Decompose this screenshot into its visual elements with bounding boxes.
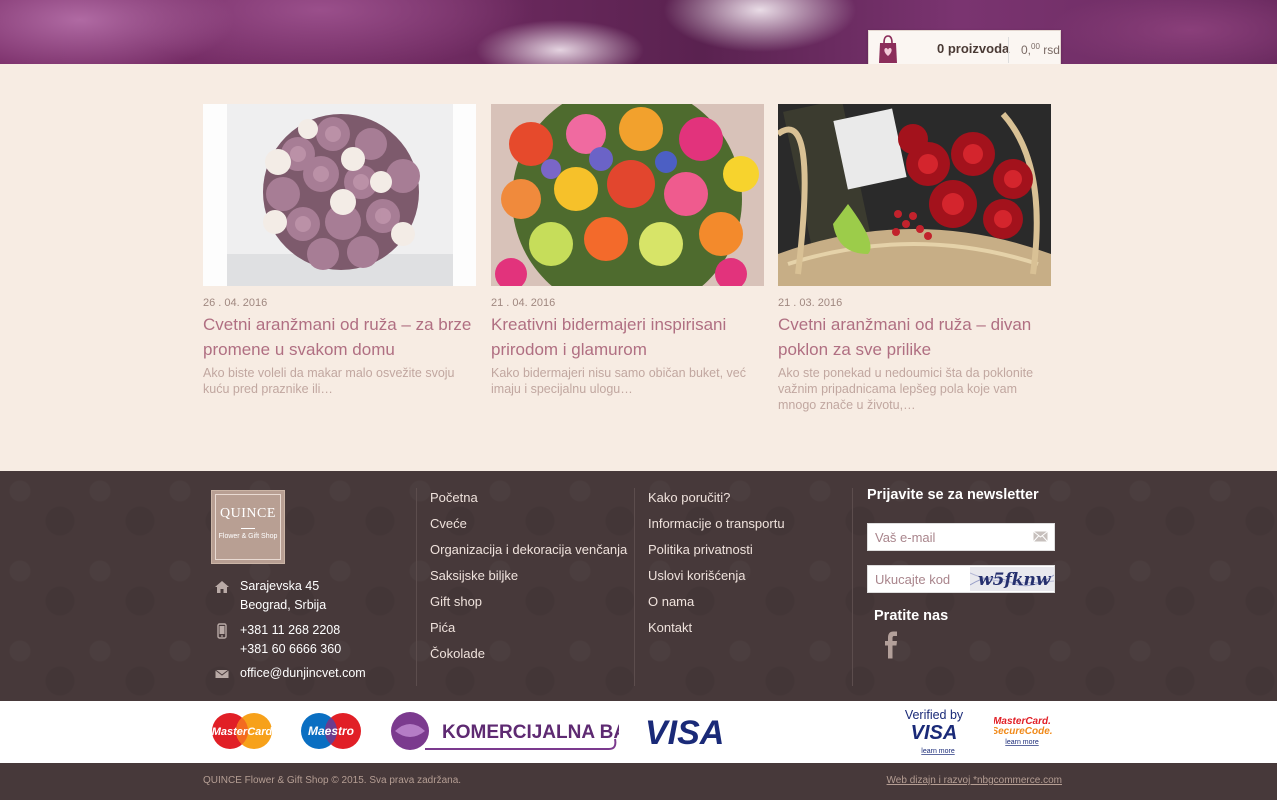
payment-logos-strip: MasterCard Maestro KOMERCIJALNA BANKA VI… xyxy=(0,701,1277,763)
visa-logo: VISA xyxy=(645,714,724,749)
blog-card[interactable]: 26 . 04. 2016 Cvetni aranžmani od ruža –… xyxy=(203,104,476,397)
footer-link-uslovi[interactable]: Uslovi korišćenja xyxy=(648,568,785,594)
post-date: 26 . 04. 2016 xyxy=(203,297,268,309)
site-footer: QUINCE Flower & Gift Shop Sarajevska 45 … xyxy=(0,471,1277,701)
send-mail-icon[interactable] xyxy=(1033,531,1048,542)
newsletter-title: Prijavite se za newsletter xyxy=(867,487,1039,503)
newsletter-email-input[interactable] xyxy=(868,524,1018,550)
email-link[interactable]: office@dunjincvet.com xyxy=(240,664,366,683)
home-icon xyxy=(215,581,229,593)
cart-widget[interactable]: 0 proizvoda 0,00 rsd xyxy=(868,30,1061,64)
footer-link-kontakt[interactable]: Kontakt xyxy=(648,620,785,646)
envelope-icon xyxy=(215,669,229,678)
column-divider xyxy=(634,488,635,686)
footer-link-o-nama[interactable]: O nama xyxy=(648,594,785,620)
footer-nav-info: Kako poručiti? Informacije o transportu … xyxy=(648,490,785,646)
post-excerpt: Ako biste voleli da makar malo osvežite … xyxy=(203,366,455,396)
footer-logo[interactable]: QUINCE Flower & Gift Shop xyxy=(211,490,285,564)
cart-divider xyxy=(1008,37,1009,63)
phone-1[interactable]: +381 11 268 2208 xyxy=(240,621,341,640)
column-divider xyxy=(852,488,853,686)
shopping-bag-icon xyxy=(879,35,897,63)
footer-link-gift-shop[interactable]: Gift shop xyxy=(430,594,627,620)
mastercard-securecode-logo[interactable]: MasterCard. SecureCode. learn more xyxy=(994,713,1054,749)
phone-2[interactable]: +381 60 6666 360 xyxy=(240,640,341,659)
address-line1: Sarajevska 45 xyxy=(240,579,320,593)
learn-more-link[interactable]: learn more xyxy=(921,748,955,755)
cart-total-main: 0, xyxy=(1021,43,1032,57)
cart-total-decimals: 00 xyxy=(1031,42,1040,51)
hero-banner: 0 proizvoda 0,00 rsd xyxy=(0,0,1277,64)
cart-currency: rsd xyxy=(1043,43,1060,57)
blog-card[interactable]: 21 . 03. 2016 Cvetni aranžmani od ruža –… xyxy=(778,104,1051,413)
mastercard-text: MasterCard xyxy=(212,726,273,738)
copyright-text: QUINCE Flower & Gift Shop © 2015. Sva pr… xyxy=(203,775,462,786)
footer-link-saksijske-biljke[interactable]: Saksijske biljke xyxy=(430,568,627,594)
facebook-icon[interactable] xyxy=(882,631,900,659)
post-excerpt: Ako ste ponekad u nedoumici šta da poklo… xyxy=(778,366,1034,412)
securecode-line2: SecureCode. xyxy=(994,726,1053,737)
captcha-field: w5fknw xyxy=(867,565,1055,593)
logo-frame: QUINCE Flower & Gift Shop xyxy=(215,494,281,560)
captcha-input[interactable] xyxy=(868,566,963,592)
post-excerpt: Kako bidermajeri nisu samo običan buket,… xyxy=(491,366,746,396)
blog-card[interactable]: 21 . 04. 2016 Kreativni bidermajeri insp… xyxy=(491,104,764,397)
mastercard-logo: MasterCard xyxy=(212,713,273,749)
column-divider xyxy=(416,488,417,686)
footer-link-cokolade[interactable]: Čokolade xyxy=(430,646,627,672)
mobile-phone-icon xyxy=(217,623,227,639)
blog-image-colorful-bouquet[interactable] xyxy=(491,104,764,286)
logo-rule xyxy=(241,528,255,529)
verified-by-visa-logo[interactable]: Verified by VISA learn more xyxy=(900,706,968,758)
follow-title: Pratite nas xyxy=(874,608,949,624)
footer-nav-shop: Početna Cveće Organizacija i dekoracija … xyxy=(430,490,627,672)
captcha-image: w5fknw xyxy=(970,567,1054,591)
newsletter-email-field xyxy=(867,523,1055,551)
captcha-text: w5fknw xyxy=(978,570,1052,590)
post-title-link[interactable]: Cvetni aranžmani od ruža – divan poklon … xyxy=(778,312,1051,362)
cart-total: 0,00 rsd xyxy=(1021,42,1060,57)
verified-visa-text: VISA xyxy=(911,722,958,744)
footer-link-pocetna[interactable]: Početna xyxy=(430,490,627,516)
footer-link-kako-poruciti[interactable]: Kako poručiti? xyxy=(648,490,785,516)
footer-link-cvece[interactable]: Cveće xyxy=(430,516,627,542)
komercijalna-banka-logo: KOMERCIJALNA BANKA xyxy=(391,712,619,750)
logo-name: QUINCE xyxy=(220,506,276,521)
footer-link-privatnost[interactable]: Politika privatnosti xyxy=(648,542,785,568)
post-date: 21 . 04. 2016 xyxy=(491,297,556,309)
maestro-text: Maestro xyxy=(308,724,354,738)
post-title-link[interactable]: Cvetni aranžmani od ruža – za brze prome… xyxy=(203,312,476,362)
footer-link-pica[interactable]: Pića xyxy=(430,620,627,646)
logo-subtitle: Flower & Gift Shop xyxy=(218,533,278,540)
address-line2: Beograd, Srbija xyxy=(240,598,327,612)
post-title-link[interactable]: Kreativni bidermajeri inspirisani prirod… xyxy=(491,312,764,362)
post-date: 21 . 03. 2016 xyxy=(778,297,843,309)
blog-image-gift-basket[interactable] xyxy=(778,104,1051,286)
maestro-logo: Maestro xyxy=(301,713,361,749)
bank-name: KOMERCIJALNA BANKA xyxy=(442,722,619,743)
cart-count: 0 proizvoda xyxy=(937,41,1010,56)
learn-more-link-2[interactable]: learn more xyxy=(1005,739,1039,746)
footer-bottom-bar: QUINCE Flower & Gift Shop © 2015. Sva pr… xyxy=(0,763,1277,800)
verified-by-text: Verified by xyxy=(905,708,964,722)
footer-link-vencanja[interactable]: Organizacija i dekoracija venčanja xyxy=(430,542,627,568)
blog-image-roses-bouquet[interactable] xyxy=(203,104,476,286)
developer-credit-link[interactable]: Web dizajn i razvoj *nbgcommerce.com xyxy=(887,775,1062,786)
visa-text: VISA xyxy=(645,714,724,749)
footer-link-transport[interactable]: Informacije o transportu xyxy=(648,516,785,542)
